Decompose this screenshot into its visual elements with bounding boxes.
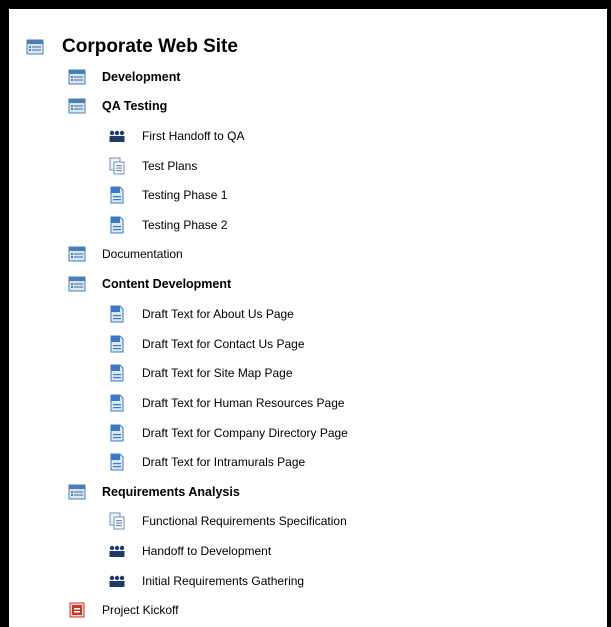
summary-task-icon <box>68 483 86 501</box>
task-icon <box>108 364 126 382</box>
tree-root-corporate-web-site[interactable]: Corporate Web Site <box>26 35 238 59</box>
tree-item-label: Requirements Analysis <box>102 485 240 499</box>
tree-item-label: Development <box>102 70 181 84</box>
tree-item-documentation[interactable]: Documentation <box>68 243 183 265</box>
tree-item-label: Draft Text for About Us Page <box>142 307 294 321</box>
task-icon <box>108 305 126 323</box>
tree-item-label: Draft Text for Human Resources Page <box>142 396 345 410</box>
team-milestone-icon <box>108 542 126 560</box>
tree-item-requirements-analysis[interactable]: Requirements Analysis <box>68 481 240 503</box>
task-icon <box>108 424 126 442</box>
summary-task-icon <box>68 245 86 263</box>
summary-task-icon <box>68 97 86 115</box>
tree-item-label: Handoff to Development <box>142 544 272 558</box>
tree-item-label: Test Plans <box>142 159 198 173</box>
tree-item-label: Project Kickoff <box>102 603 179 617</box>
document-copy-icon <box>108 512 126 530</box>
tree-item-test-plans[interactable]: Test Plans <box>108 155 197 177</box>
tree-item-label: Documentation <box>102 247 183 261</box>
tree-item-draft-contact-us[interactable]: Draft Text for Contact Us Page <box>108 333 305 355</box>
tree-item-label: Draft Text for Company Directory Page <box>142 426 348 440</box>
tree-item-label: Functional Requirements Specification <box>142 514 347 528</box>
task-icon <box>108 453 126 471</box>
tree-item-label: Testing Phase 1 <box>142 188 228 202</box>
tree-item-testing-phase-1[interactable]: Testing Phase 1 <box>108 184 227 206</box>
tree-item-draft-intramurals[interactable]: Draft Text for Intramurals Page <box>108 451 305 473</box>
tree-item-content-development[interactable]: Content Development <box>68 273 231 295</box>
tree-item-draft-company-directory[interactable]: Draft Text for Company Directory Page <box>108 422 348 444</box>
tree-item-handoff-to-development[interactable]: Handoff to Development <box>108 540 271 562</box>
task-tree: Corporate Web Site Development QA Testin… <box>0 0 611 627</box>
summary-task-icon <box>68 68 86 86</box>
task-icon <box>108 335 126 353</box>
tree-item-label: Draft Text for Intramurals Page <box>142 455 306 469</box>
tree-item-label: First Handoff to QA <box>142 129 245 143</box>
tree-item-label: QA Testing <box>102 99 168 113</box>
tree-item-label: Content Development <box>102 277 232 291</box>
tree-item-label: Draft Text for Contact Us Page <box>142 337 305 351</box>
task-icon <box>108 186 126 204</box>
team-milestone-icon <box>108 572 126 590</box>
document-copy-icon <box>108 157 126 175</box>
tree-item-first-handoff-to-qa[interactable]: First Handoff to QA <box>108 125 245 147</box>
tree-item-label: Initial Requirements Gathering <box>142 574 305 588</box>
tree-item-project-kickoff[interactable]: Project Kickoff <box>68 599 178 621</box>
tree-item-functional-requirements[interactable]: Functional Requirements Specification <box>108 510 347 532</box>
tree-item-draft-about-us[interactable]: Draft Text for About Us Page <box>108 303 294 325</box>
team-milestone-icon <box>108 127 126 145</box>
kickoff-icon <box>68 601 86 619</box>
tree-item-initial-requirements-gathering[interactable]: Initial Requirements Gathering <box>108 570 304 592</box>
tree-item-label: Testing Phase 2 <box>142 218 228 232</box>
project-tree-window: Corporate Web Site Development QA Testin… <box>0 0 611 627</box>
tree-item-label: Draft Text for Site Map Page <box>142 366 293 380</box>
tree-root-label: Corporate Web Site <box>62 36 238 57</box>
summary-task-icon <box>68 275 86 293</box>
tree-item-draft-human-resources[interactable]: Draft Text for Human Resources Page <box>108 392 345 414</box>
tree-item-draft-site-map[interactable]: Draft Text for Site Map Page <box>108 362 293 384</box>
summary-task-icon <box>26 38 44 56</box>
tree-item-development[interactable]: Development <box>68 66 181 88</box>
task-icon <box>108 216 126 234</box>
tree-item-qa-testing[interactable]: QA Testing <box>68 95 167 117</box>
tree-item-testing-phase-2[interactable]: Testing Phase 2 <box>108 214 227 236</box>
task-icon <box>108 394 126 412</box>
